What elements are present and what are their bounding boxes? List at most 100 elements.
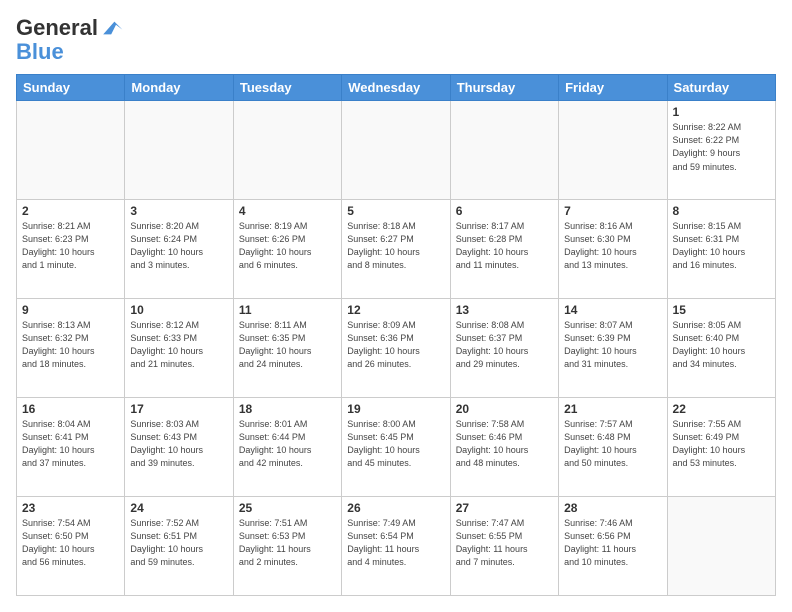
calendar-cell: 7 Sunrise: 8:16 AM Sunset: 6:30 PM Daylig… <box>559 200 667 299</box>
day-info: Sunrise: 8:18 AM Sunset: 6:27 PM Dayligh… <box>347 220 444 272</box>
day-info: Sunrise: 8:12 AM Sunset: 6:33 PM Dayligh… <box>130 319 227 371</box>
day-info: Sunrise: 8:21 AM Sunset: 6:23 PM Dayligh… <box>22 220 119 272</box>
day-info: Sunrise: 8:22 AM Sunset: 6:22 PM Dayligh… <box>673 121 770 173</box>
calendar-cell <box>667 497 775 596</box>
day-info: Sunrise: 8:17 AM Sunset: 6:28 PM Dayligh… <box>456 220 553 272</box>
logo-icon <box>100 16 124 40</box>
day-info: Sunrise: 7:58 AM Sunset: 6:46 PM Dayligh… <box>456 418 553 470</box>
calendar-header-row: SundayMondayTuesdayWednesdayThursdayFrid… <box>17 75 776 101</box>
day-number: 3 <box>130 204 227 218</box>
day-info: Sunrise: 8:13 AM Sunset: 6:32 PM Dayligh… <box>22 319 119 371</box>
day-number: 21 <box>564 402 661 416</box>
day-info: Sunrise: 8:05 AM Sunset: 6:40 PM Dayligh… <box>673 319 770 371</box>
calendar-cell: 1 Sunrise: 8:22 AM Sunset: 6:22 PM Daylig… <box>667 101 775 200</box>
day-info: Sunrise: 8:09 AM Sunset: 6:36 PM Dayligh… <box>347 319 444 371</box>
day-info: Sunrise: 8:03 AM Sunset: 6:43 PM Dayligh… <box>130 418 227 470</box>
day-number: 24 <box>130 501 227 515</box>
day-number: 27 <box>456 501 553 515</box>
day-number: 11 <box>239 303 336 317</box>
calendar-week-row: 23 Sunrise: 7:54 AM Sunset: 6:50 PM Dayli… <box>17 497 776 596</box>
calendar-cell: 13Sunrise: 8:08 AM Sunset: 6:37 PM Dayli… <box>450 299 558 398</box>
day-number: 4 <box>239 204 336 218</box>
day-header-monday: Monday <box>125 75 233 101</box>
calendar-cell <box>17 101 125 200</box>
day-number: 19 <box>347 402 444 416</box>
day-header-saturday: Saturday <box>667 75 775 101</box>
day-info: Sunrise: 7:47 AM Sunset: 6:55 PM Dayligh… <box>456 517 553 569</box>
day-number: 12 <box>347 303 444 317</box>
logo-text-general: General <box>16 16 98 40</box>
day-info: Sunrise: 7:51 AM Sunset: 6:53 PM Dayligh… <box>239 517 336 569</box>
day-info: Sunrise: 8:20 AM Sunset: 6:24 PM Dayligh… <box>130 220 227 272</box>
day-info: Sunrise: 7:57 AM Sunset: 6:48 PM Dayligh… <box>564 418 661 470</box>
calendar-cell: 18 Sunrise: 8:01 AM Sunset: 6:44 PM Dayli… <box>233 398 341 497</box>
calendar-cell: 3 Sunrise: 8:20 AM Sunset: 6:24 PM Daylig… <box>125 200 233 299</box>
day-number: 20 <box>456 402 553 416</box>
calendar-cell: 4Sunrise: 8:19 AM Sunset: 6:26 PM Daylig… <box>233 200 341 299</box>
calendar-cell: 15Sunrise: 8:05 AM Sunset: 6:40 PM Dayli… <box>667 299 775 398</box>
calendar-cell: 22 Sunrise: 7:55 AM Sunset: 6:49 PM Dayli… <box>667 398 775 497</box>
calendar-cell <box>125 101 233 200</box>
day-number: 1 <box>673 105 770 119</box>
calendar-cell: 17Sunrise: 8:03 AM Sunset: 6:43 PM Dayli… <box>125 398 233 497</box>
calendar-cell: 8 Sunrise: 8:15 AM Sunset: 6:31 PM Daylig… <box>667 200 775 299</box>
day-info: Sunrise: 8:07 AM Sunset: 6:39 PM Dayligh… <box>564 319 661 371</box>
day-number: 16 <box>22 402 119 416</box>
day-number: 14 <box>564 303 661 317</box>
calendar-cell: 23 Sunrise: 7:54 AM Sunset: 6:50 PM Dayli… <box>17 497 125 596</box>
day-info: Sunrise: 7:49 AM Sunset: 6:54 PM Dayligh… <box>347 517 444 569</box>
day-number: 10 <box>130 303 227 317</box>
day-number: 23 <box>22 501 119 515</box>
calendar-cell <box>342 101 450 200</box>
day-info: Sunrise: 7:52 AM Sunset: 6:51 PM Dayligh… <box>130 517 227 569</box>
calendar-cell: 9 Sunrise: 8:13 AM Sunset: 6:32 PM Daylig… <box>17 299 125 398</box>
calendar-cell: 19 Sunrise: 8:00 AM Sunset: 6:45 PM Dayli… <box>342 398 450 497</box>
calendar-week-row: 2 Sunrise: 8:21 AM Sunset: 6:23 PM Daylig… <box>17 200 776 299</box>
calendar-cell: 14 Sunrise: 8:07 AM Sunset: 6:39 PM Dayli… <box>559 299 667 398</box>
calendar-cell: 11 Sunrise: 8:11 AM Sunset: 6:35 PM Dayli… <box>233 299 341 398</box>
calendar-cell: 21 Sunrise: 7:57 AM Sunset: 6:48 PM Dayli… <box>559 398 667 497</box>
day-info: Sunrise: 8:00 AM Sunset: 6:45 PM Dayligh… <box>347 418 444 470</box>
logo-text-blue: Blue <box>16 40 64 64</box>
day-info: Sunrise: 8:11 AM Sunset: 6:35 PM Dayligh… <box>239 319 336 371</box>
day-number: 25 <box>239 501 336 515</box>
day-number: 9 <box>22 303 119 317</box>
calendar-cell: 5 Sunrise: 8:18 AM Sunset: 6:27 PM Daylig… <box>342 200 450 299</box>
day-number: 2 <box>22 204 119 218</box>
day-info: Sunrise: 7:55 AM Sunset: 6:49 PM Dayligh… <box>673 418 770 470</box>
calendar-cell: 26 Sunrise: 7:49 AM Sunset: 6:54 PM Dayli… <box>342 497 450 596</box>
day-info: Sunrise: 7:46 AM Sunset: 6:56 PM Dayligh… <box>564 517 661 569</box>
day-number: 7 <box>564 204 661 218</box>
day-number: 28 <box>564 501 661 515</box>
calendar-table: SundayMondayTuesdayWednesdayThursdayFrid… <box>16 74 776 596</box>
day-header-wednesday: Wednesday <box>342 75 450 101</box>
day-number: 26 <box>347 501 444 515</box>
page: General Blue SundayMondayTuesdayWednesda… <box>0 0 792 612</box>
day-info: Sunrise: 8:01 AM Sunset: 6:44 PM Dayligh… <box>239 418 336 470</box>
calendar-cell: 12 Sunrise: 8:09 AM Sunset: 6:36 PM Dayli… <box>342 299 450 398</box>
calendar-cell: 27 Sunrise: 7:47 AM Sunset: 6:55 PM Dayli… <box>450 497 558 596</box>
day-number: 22 <box>673 402 770 416</box>
day-number: 6 <box>456 204 553 218</box>
calendar-cell: 25 Sunrise: 7:51 AM Sunset: 6:53 PM Dayli… <box>233 497 341 596</box>
day-number: 5 <box>347 204 444 218</box>
day-info: Sunrise: 8:16 AM Sunset: 6:30 PM Dayligh… <box>564 220 661 272</box>
day-header-sunday: Sunday <box>17 75 125 101</box>
day-header-friday: Friday <box>559 75 667 101</box>
calendar-week-row: 1 Sunrise: 8:22 AM Sunset: 6:22 PM Daylig… <box>17 101 776 200</box>
day-info: Sunrise: 8:08 AM Sunset: 6:37 PM Dayligh… <box>456 319 553 371</box>
day-header-tuesday: Tuesday <box>233 75 341 101</box>
calendar-cell: 28 Sunrise: 7:46 AM Sunset: 6:56 PM Dayli… <box>559 497 667 596</box>
day-info: Sunrise: 8:15 AM Sunset: 6:31 PM Dayligh… <box>673 220 770 272</box>
calendar-cell: 10 Sunrise: 8:12 AM Sunset: 6:33 PM Dayli… <box>125 299 233 398</box>
calendar-cell: 24 Sunrise: 7:52 AM Sunset: 6:51 PM Dayli… <box>125 497 233 596</box>
day-number: 18 <box>239 402 336 416</box>
calendar-week-row: 16Sunrise: 8:04 AM Sunset: 6:41 PM Dayli… <box>17 398 776 497</box>
day-info: Sunrise: 7:54 AM Sunset: 6:50 PM Dayligh… <box>22 517 119 569</box>
day-number: 8 <box>673 204 770 218</box>
calendar-cell <box>450 101 558 200</box>
calendar-cell: 6 Sunrise: 8:17 AM Sunset: 6:28 PM Daylig… <box>450 200 558 299</box>
day-header-thursday: Thursday <box>450 75 558 101</box>
calendar-cell <box>233 101 341 200</box>
calendar-cell <box>559 101 667 200</box>
